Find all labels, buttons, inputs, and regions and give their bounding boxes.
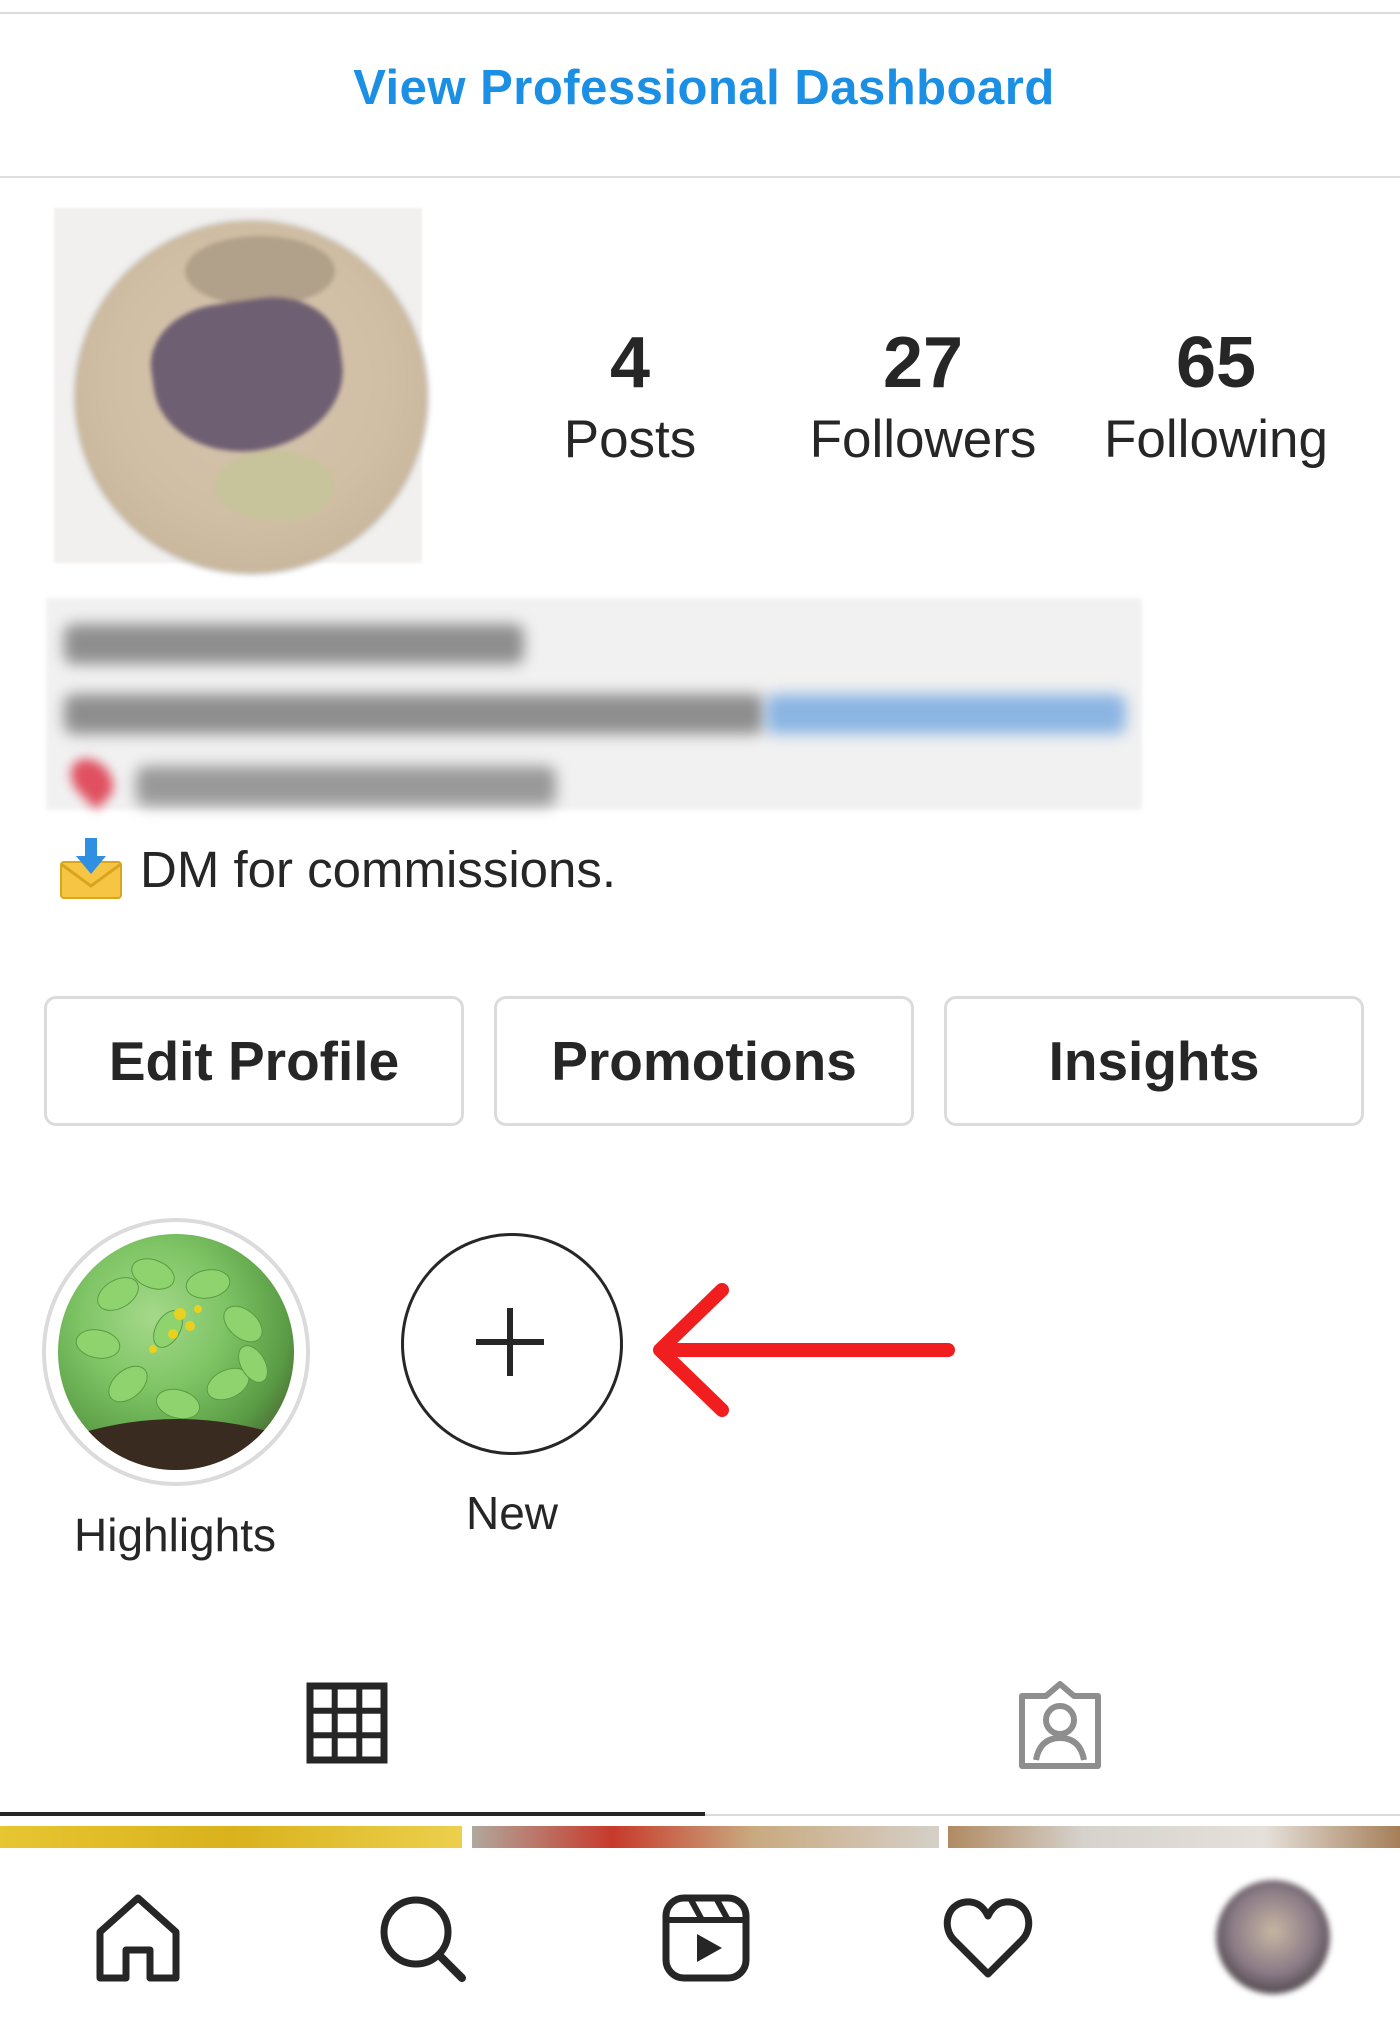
insights-button[interactable]: Insights [944, 996, 1364, 1126]
home-icon[interactable] [92, 1892, 184, 1984]
stat-posts-label: Posts [563, 410, 697, 469]
red-arrow-annotation [653, 1283, 955, 1417]
tab-divider [705, 1814, 1400, 1816]
stat-following[interactable]: 65 Following [1096, 318, 1336, 472]
post-thumbnail[interactable] [472, 1826, 939, 1848]
stat-followers[interactable]: 27 Followers [803, 318, 1043, 472]
grid-icon[interactable] [306, 1682, 388, 1764]
highlight-thumbnail[interactable] [58, 1234, 294, 1470]
stat-following-label: Following [1104, 410, 1328, 469]
new-highlight-button[interactable] [401, 1233, 623, 1455]
search-icon[interactable] [376, 1892, 468, 1984]
profile-avatar-nav[interactable] [1216, 1880, 1330, 1994]
header-divider [0, 176, 1400, 178]
stat-posts[interactable]: 4 Posts [510, 318, 750, 472]
new-highlight-label: New [465, 1487, 559, 1539]
plus-icon [476, 1308, 544, 1376]
bio-blurred [46, 598, 1142, 810]
reels-icon[interactable] [660, 1892, 752, 1984]
tagged-person-icon[interactable] [1014, 1680, 1106, 1772]
active-tab-indicator [0, 1812, 705, 1816]
post-thumbnail[interactable] [0, 1826, 462, 1848]
profile-avatar[interactable] [72, 218, 430, 576]
envelope-download-icon [58, 836, 124, 902]
stat-followers-label: Followers [809, 410, 1037, 469]
professional-dashboard-link[interactable]: View Professional Dashboard [0, 60, 1400, 116]
post-thumbnail[interactable] [948, 1826, 1400, 1848]
highlight-label: Highlights [74, 1509, 276, 1561]
stat-posts-count: 4 [609, 323, 651, 403]
bio-dm-line: DM for commissions. [58, 836, 616, 902]
stat-following-count: 65 [1175, 323, 1257, 403]
heart-icon[interactable] [942, 1892, 1034, 1984]
stat-followers-count: 27 [882, 323, 964, 403]
top-divider [0, 12, 1400, 14]
promotions-button[interactable]: Promotions [494, 996, 914, 1126]
edit-profile-button[interactable]: Edit Profile [44, 996, 464, 1126]
bio-dm-text: DM for commissions. [140, 840, 617, 898]
